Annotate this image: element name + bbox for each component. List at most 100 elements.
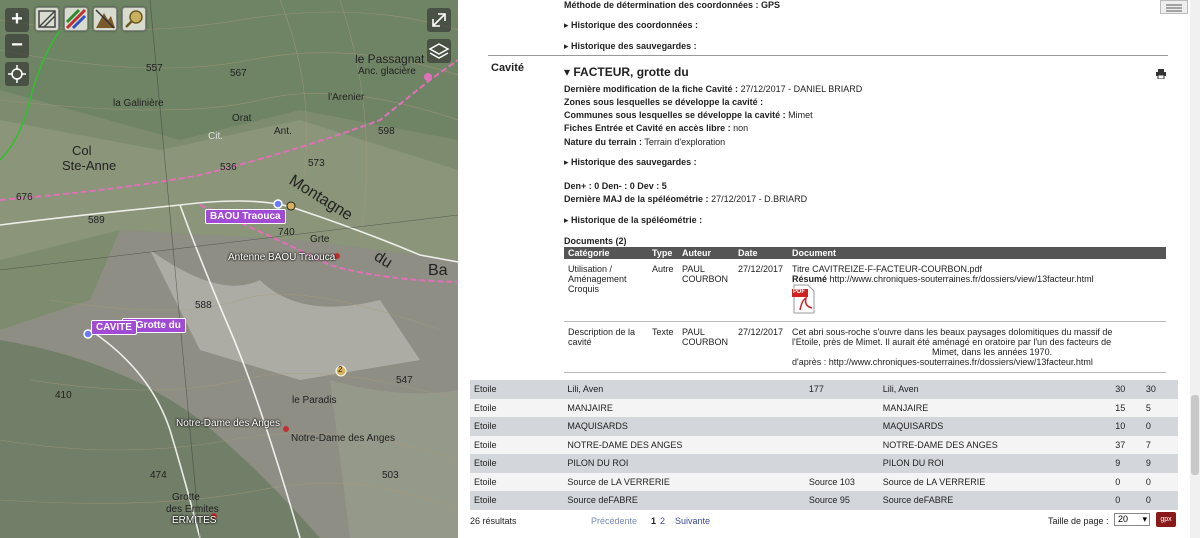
elevation-label: 588: [195, 300, 212, 311]
page-1-link[interactable]: 1: [651, 516, 656, 526]
communes: Communes sous lesquelles se développe la…: [564, 110, 813, 120]
expand-icon: [432, 13, 446, 27]
table-cell: PILON DU ROI: [878, 454, 1112, 473]
table-row[interactable]: Etoile NOTRE-DAME DES ANGES NOTRE-DAME DES…: [470, 435, 1178, 454]
page-size-select[interactable]: 20 ▾: [1114, 513, 1150, 526]
print-button[interactable]: [1156, 66, 1166, 84]
layer-toggle-relief[interactable]: [93, 7, 117, 31]
elevation-label: 589: [88, 215, 105, 226]
gpx-export-button[interactable]: gpx: [1156, 512, 1176, 527]
map-label: Grte: [310, 234, 330, 245]
table-cell: Utilisation / Aménagement Croquis: [564, 259, 648, 322]
table-row[interactable]: Etoile MANJAIRE MANJAIRE 15 5: [470, 398, 1178, 417]
table-cell: Source de LA VERRERIE: [563, 472, 805, 491]
history-saves-toggle[interactable]: ▸ Historique des sauvegardes :: [564, 41, 697, 52]
map-label: Ant.: [274, 126, 292, 137]
map-label: des Ermites: [166, 504, 219, 515]
table-cell: [804, 454, 879, 473]
zoom-in-button[interactable]: +: [5, 8, 29, 32]
table-row[interactable]: Etoile PILON DU ROI PILON DU ROI 9 9: [470, 454, 1178, 473]
magnifier-icon: [125, 10, 143, 28]
column-header: Catégorie: [564, 247, 648, 259]
elevation-label: 474: [150, 470, 167, 481]
layer-toggle-search[interactable]: [122, 7, 146, 31]
table-cell: MAQUISARDS: [878, 417, 1112, 436]
zoom-out-button[interactable]: −: [5, 34, 29, 58]
layer-toggle-slope[interactable]: [35, 7, 59, 31]
table-cell: PAUL COURBON: [678, 259, 734, 322]
table-cell: [804, 417, 879, 436]
next-page-link[interactable]: Suivante: [675, 516, 710, 526]
printer-icon: [1156, 69, 1166, 80]
coord-method: Méthode de détermination des coordonnées…: [564, 0, 781, 10]
table-cell: Etoile: [470, 398, 564, 417]
chevron-down-icon: ▾: [1142, 514, 1147, 524]
table-cell: Source deFABRE: [878, 491, 1112, 510]
cave-marker-cavite[interactable]: CAVITE: [91, 320, 137, 335]
table-cell: Source 95: [804, 491, 879, 510]
elevation-label: 547: [396, 375, 413, 386]
pdf-label: PDF: [793, 289, 805, 295]
section-label: Cavité: [491, 62, 525, 74]
table-row[interactable]: Etoile Source deFABRE Source 95 Source deFA…: [470, 491, 1178, 510]
table-cell: 9: [1111, 454, 1142, 473]
table-cell: 177: [804, 380, 879, 399]
pdf-download-link[interactable]: PDF: [792, 284, 816, 314]
cluster-count[interactable]: 2: [338, 365, 342, 374]
map-label: Ba: [428, 262, 448, 279]
table-cell: 27/12/2017: [734, 321, 788, 373]
previous-page-link[interactable]: Précédente: [591, 516, 637, 526]
results-count: 26 résultats: [470, 516, 517, 526]
table-cell: Etoile: [470, 491, 564, 510]
scrollbar-thumb[interactable]: [1191, 395, 1199, 475]
table-cell: 27/12/2017: [734, 259, 788, 322]
table-row: Description de la cavité Texte PAUL COUR…: [564, 321, 1166, 373]
table-cell: Texte: [648, 321, 678, 373]
map-label: l'Arenier: [328, 92, 365, 103]
terrain-nature: Nature du terrain : Terrain d'exploratio…: [564, 137, 726, 147]
table-cell: 30: [1111, 380, 1142, 399]
map-label: Antenne BAOU Traouca: [228, 252, 336, 263]
table-cell: 30: [1141, 380, 1178, 399]
map-label: le Passagnat: [355, 52, 425, 66]
map-label: Orat: [232, 113, 252, 124]
table-row[interactable]: Etoile MAQUISARDS MAQUISARDS 10 0: [470, 417, 1178, 436]
history-saves-toggle-2[interactable]: ▸ Historique des sauvegardes :: [564, 157, 697, 168]
map-label: Anc. glacière: [358, 66, 416, 77]
table-cell: MANJAIRE: [563, 398, 805, 417]
scrollbar[interactable]: [1190, 0, 1200, 538]
table-row[interactable]: Etoile Lili, Aven 177 Lili, Aven 30 30: [470, 380, 1178, 399]
map-label: le Paradis: [292, 395, 337, 406]
fullscreen-button[interactable]: [427, 8, 451, 32]
cave-marker-baou[interactable]: BAOU Traouca: [205, 209, 286, 224]
table-cell: Etoile: [470, 454, 564, 473]
column-header: Document: [788, 247, 1166, 259]
table-cell: Titre CAVITREIZE-F-FACTEUR-COURBON.pdf R…: [788, 259, 1166, 322]
table-cell: 9: [1141, 454, 1178, 473]
history-speleometry-toggle[interactable]: ▸ Historique de la spéléométrie :: [564, 215, 702, 226]
table-cell: 15: [1111, 398, 1142, 417]
page-2-link[interactable]: 2: [660, 516, 665, 526]
table-row[interactable]: Etoile Source de LA VERRERIE Source 103 Sou…: [470, 472, 1178, 491]
history-coordinates-toggle[interactable]: ▸ Historique des coordonnées :: [564, 20, 698, 31]
layer-toggle-geology[interactable]: [64, 7, 88, 31]
window-menu-button[interactable]: [1160, 0, 1188, 14]
table-row: Utilisation / Aménagement Croquis Autre …: [564, 259, 1166, 322]
layers-button[interactable]: [427, 39, 451, 63]
table-cell: NOTRE-DAME DES ANGES: [878, 435, 1112, 454]
menu-icon: [1166, 4, 1182, 12]
table-cell: Autre: [648, 259, 678, 322]
elevation-label: 740: [278, 227, 295, 238]
table-cell: Lili, Aven: [563, 380, 805, 399]
elevation-label: 567: [230, 68, 247, 79]
map-label: Cit.: [208, 131, 223, 142]
table-cell: Etoile: [470, 380, 564, 399]
cave-title-toggle[interactable]: ▾ FACTEUR, grotte du: [564, 65, 689, 79]
triangle-right-icon: ▸: [564, 215, 572, 225]
locate-button[interactable]: [5, 62, 29, 86]
speleometry-summary: Den+ : 0 Den- : 0 Dev : 5: [564, 181, 667, 191]
slope-icon: [38, 10, 56, 28]
speleometry-update: Dernière MAJ de la spéléométrie : 27/12/…: [564, 194, 808, 204]
table-cell: 0: [1111, 491, 1142, 510]
map-view[interactable]: + − le Passagnat Anc. glacière la Galini…: [0, 0, 458, 538]
